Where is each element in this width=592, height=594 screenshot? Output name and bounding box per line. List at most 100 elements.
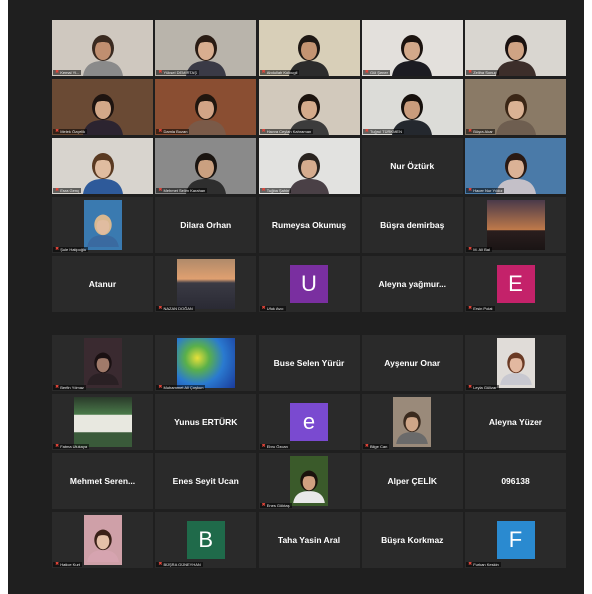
participant-name-text: BÜŞRA GÜNEYHAN [163,562,201,567]
participant-tile-name-only[interactable]: Buse Selen Yürür [258,335,360,391]
muted-mic-icon: ✖ [158,129,163,134]
participant-display-name: Ayşenur Onar [384,358,441,368]
participant-name-text: Enes Göktaş [266,503,290,508]
participant-name-text: Melek Özçelik [60,129,86,134]
participant-tile-thumbnail[interactable]: ✖ Berfin Yılmaz [52,335,153,391]
participant-tile-video[interactable]: ✖ Zeliha Sonuç [465,20,566,76]
participant-name-text: Damla Bozan [163,129,188,134]
participant-name-text: Tuğrul TÜRKMEN [369,129,402,134]
participant-tile-video[interactable]: ✖ Tuğba Şahin [258,138,360,194]
participant-tile-avatar[interactable]: U ✖ Ufuk Avcı [258,256,360,312]
participant-tile-name-only[interactable]: Aleyna yağmur... [361,256,463,312]
participant-display-name: Aleyna Yüzer [488,417,543,427]
participant-tile-avatar[interactable]: E ✖ Ersin Polat [465,256,566,312]
participant-tile-thumbnail[interactable]: ✖ Enes Göktaş [258,453,360,509]
muted-mic-icon: ✖ [158,70,163,75]
participant-tile-thumbnail[interactable]: ✖ Muhammet Ali Çoşkun [155,335,257,391]
participant-tile-video[interactable]: ✖ Mehmet Selim Karahan [155,138,257,194]
participant-tile-video[interactable]: ✖ Damla Bozan [155,79,257,135]
participant-display-name: Buse Selen Yürür [273,358,345,368]
participant-name-text: NAZAN DOĞAN [163,306,193,311]
participant-display-name: Rumeysa Okumuş [271,220,347,230]
participant-name-label: ✖ Berfin Yılmaz [53,385,86,390]
participant-tile-thumbnail[interactable]: ✖ M. Ali Bal [465,197,566,253]
muted-mic-icon: ✖ [261,306,266,311]
participant-tile-video[interactable]: ✖ Melek Özçelik [52,79,153,135]
participant-video-feed [52,79,153,135]
participant-tile-video[interactable]: ✖ Tuğrul TÜRKMEN [361,79,463,135]
participant-tile-name-only[interactable]: Aleyna Yüzer [465,394,566,450]
participant-video-feed [361,20,463,76]
participant-tile-thumbnail[interactable]: ✖ Şule Hatipoğlu [52,197,153,253]
participant-display-name: Nur Öztürk [390,161,435,171]
participant-name-label: ✖ Abdullah Kolcugil [259,70,300,75]
participant-tile-thumbnail[interactable]: ✖ NAZAN DOĞAN [155,256,257,312]
participant-tile-name-only[interactable]: 096138 [465,453,566,509]
participant-video-feed [361,79,463,135]
participant-tile-name-only[interactable]: Dilara Orhan [155,197,257,253]
participant-thumbnail-image [73,397,132,447]
participant-tile-avatar[interactable]: F ✖ Furkan Keskin [465,512,566,568]
participant-video-person [392,94,433,135]
participant-tile-name-only[interactable]: Rumeysa Okumuş [258,197,360,253]
participant-tile-name-only[interactable]: Büşra Korkmaz [361,512,463,568]
participant-tile-avatar[interactable]: B ✖ BÜŞRA GÜNEYHAN [155,512,257,568]
participant-video-person [185,94,226,135]
muted-mic-icon: ✖ [468,562,473,567]
participant-tile-name-only[interactable]: Atanur [52,256,153,312]
participant-tile-video[interactable]: ✖ Gül Şener [361,20,463,76]
participant-tile-thumbnail[interactable]: ✖ Leyla Gülizar [465,335,566,391]
participant-tile-video[interactable]: ✖ Yüksel DEMİRTAŞ [155,20,257,76]
participant-tile-video[interactable]: ✖ Havva Ceylan Kahraman [258,79,360,135]
participant-video-person [82,35,123,76]
participant-tile-avatar[interactable]: e ✖ Ebru Özcan [258,394,360,450]
participant-name-label: ✖ M. Ali Bal [466,247,492,252]
participant-name-label: ✖ Enes Göktaş [259,503,292,508]
participant-tile-video[interactable]: ✖ Kemal Yi... [52,20,153,76]
muted-mic-icon: ✖ [468,188,473,193]
participant-display-name: Enes Seyit Ucan [172,476,239,486]
participant-tile-name-only[interactable]: Nur Öztürk [361,138,463,194]
avatar-letter: F [496,521,535,559]
participant-tile-video[interactable]: ✖ Abdullah Kolcugil [258,20,360,76]
participant-name-label: ✖ Yüksel DEMİRTAŞ [156,70,199,75]
participant-display-name: Atanur [88,279,117,289]
participant-name-label: ✖ Hacer Nur Yıldız [466,188,505,193]
muted-mic-icon: ✖ [55,70,60,75]
muted-mic-icon: ✖ [158,188,163,193]
participant-tile-name-only[interactable]: Ayşenur Onar [361,335,463,391]
participant-tile-name-only[interactable]: Enes Seyit Ucan [155,453,257,509]
participant-thumbnail-image [176,259,235,309]
participant-name-text: Şule Hatipoğlu [60,247,87,252]
participant-name-text: Mehmet Selim Karahan [163,188,206,193]
participant-name-text: Berfin Yılmaz [60,385,84,390]
participant-name-text: Tuğba Şahin [266,188,290,193]
participant-tile-thumbnail[interactable]: ✖ Hatice Kurt [52,512,153,568]
participant-tile-name-only[interactable]: Büşra demirbaş [361,197,463,253]
participant-tile-name-only[interactable]: Yunus ERTÜRK [155,394,257,450]
participant-tile-thumbnail[interactable]: ✖ Bilge Can [361,394,463,450]
participant-tile-video[interactable]: ✖ Büşra Akar [465,79,566,135]
video-gallery-window: ✖ Kemal Yi... ✖ Yüksel DEMİRTAŞ ✖ Abdullah Ko… [8,0,584,594]
avatar-letter: B [186,521,225,559]
participant-video-feed [155,138,257,194]
participant-name-text: Ebru Özcan [266,444,288,449]
participant-tile-thumbnail[interactable]: ✖ Fatma Ulukaya [52,394,153,450]
participant-video-feed [258,79,360,135]
participant-grid-upper: ✖ Kemal Yi... ✖ Yüksel DEMİRTAŞ ✖ Abdullah Ko… [52,20,566,312]
participant-tile-video[interactable]: ✖ Hacer Nur Yıldız [465,138,566,194]
participant-name-label: ✖ Tuğba Şahin [259,188,292,193]
muted-mic-icon: ✖ [364,444,369,449]
avatar-letter: E [496,265,535,303]
participant-tile-video[interactable]: ✖ Esra Genç [52,138,153,194]
muted-mic-icon: ✖ [261,503,266,508]
participant-tile-name-only[interactable]: Alper ÇELİK [361,453,463,509]
participant-name-text: Muhammet Ali Çoşkun [163,385,204,390]
participant-display-name: Büşra Korkmaz [381,535,444,545]
participant-tile-name-only[interactable]: Mehmet Seren... [52,453,153,509]
participant-video-person [86,529,119,562]
participant-video-feed [155,79,257,135]
participant-display-name: Taha Yasin Aral [277,535,341,545]
participant-tile-name-only[interactable]: Taha Yasin Aral [258,512,360,568]
participant-name-label: ✖ Furkan Keskin [466,562,501,567]
